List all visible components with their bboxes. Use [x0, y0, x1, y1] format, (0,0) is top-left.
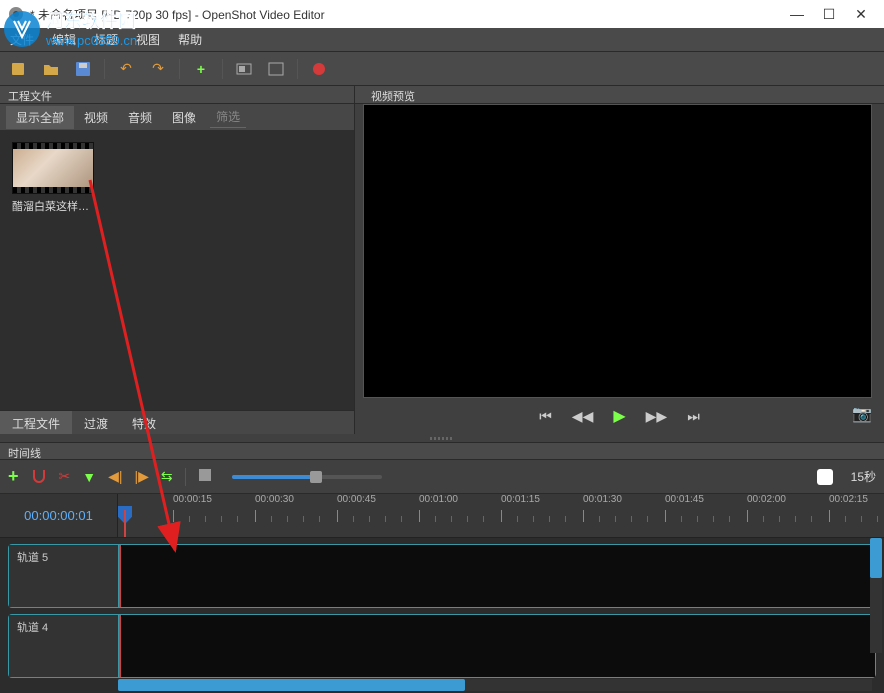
ruler-tick: 00:01:45: [665, 494, 704, 505]
timeline-horizontal-scrollbar[interactable]: [118, 679, 872, 691]
ruler-tick: 00:01:00: [419, 494, 458, 505]
ruler-tick: 00:02:15: [829, 494, 868, 505]
main-toolbar: ↶ ↷ +: [0, 52, 884, 86]
ruler-tick: 00:00:30: [255, 494, 294, 505]
razor-icon[interactable]: ✂: [59, 468, 71, 485]
play-icon[interactable]: ▶: [613, 406, 625, 426]
track-header[interactable]: 轨道 5: [9, 545, 119, 607]
menubar: 文件 编辑 标题 视图 帮助: [0, 28, 884, 52]
timeline-tracks[interactable]: 轨道 5 轨道 4: [0, 538, 884, 693]
media-grid[interactable]: 醋溜白菜这样做...: [0, 130, 354, 410]
current-timecode: 00:00:00:01: [0, 494, 118, 537]
project-files-header: 工程文件: [0, 86, 354, 104]
menu-view[interactable]: 视图: [136, 31, 160, 48]
menu-help[interactable]: 帮助: [178, 31, 202, 48]
filter-audio[interactable]: 音频: [118, 106, 162, 129]
filter-video[interactable]: 视频: [74, 106, 118, 129]
timeline-header: 时间线: [0, 442, 884, 460]
ruler-tick: 00:00:45: [337, 494, 376, 505]
media-item-label: 醋溜白菜这样做...: [12, 198, 94, 214]
menu-file[interactable]: 文件: [10, 31, 34, 48]
undo-icon[interactable]: ↶: [115, 58, 137, 80]
ruler-tick: 00:01:15: [501, 494, 540, 505]
save-project-icon[interactable]: [72, 58, 94, 80]
zoom-slider[interactable]: [232, 475, 382, 479]
menu-title[interactable]: 标题: [94, 31, 118, 48]
window-title: * 未命名项目 [HD 720p 30 fps] - OpenShot Vide…: [30, 6, 790, 23]
tab-effects[interactable]: 特效: [120, 411, 168, 434]
menu-edit[interactable]: 编辑: [52, 31, 76, 48]
close-button[interactable]: ✕: [854, 7, 868, 21]
fullscreen-icon[interactable]: [265, 58, 287, 80]
export-video-icon[interactable]: [308, 58, 330, 80]
fast-forward-icon[interactable]: ▶▶: [646, 408, 668, 425]
app-icon: [8, 6, 24, 22]
project-files-panel: 工程文件 显示全部 视频 音频 图像 筛选 醋溜白菜这样做... 工程文件 过渡…: [0, 86, 355, 434]
playback-controls: ⏮ ◀◀ ▶ ▶▶ ⏭: [355, 398, 884, 434]
video-preview[interactable]: [363, 104, 872, 398]
track-header[interactable]: 轨道 4: [9, 615, 119, 677]
new-project-icon[interactable]: [8, 58, 30, 80]
titlebar: * 未命名项目 [HD 720p 30 fps] - OpenShot Vide…: [0, 0, 884, 28]
timeline-ruler[interactable]: 00:00:00:01 00:00:1500:00:3000:00:4500:0…: [0, 494, 884, 538]
media-item[interactable]: 醋溜白菜这样做...: [12, 142, 94, 214]
playhead[interactable]: [118, 494, 132, 537]
zoom-scale-label: 15秒: [851, 468, 876, 485]
panel-resize-handle[interactable]: [0, 434, 884, 442]
next-marker-icon[interactable]: |▶: [135, 468, 149, 485]
filter-show-all[interactable]: 显示全部: [6, 106, 74, 129]
import-files-icon[interactable]: +: [190, 58, 212, 80]
preview-header: 视频预览: [355, 86, 884, 104]
snapping-icon[interactable]: [31, 467, 47, 486]
ruler-ticks[interactable]: 00:00:15 00:00:30 00:00:45 00:01:00 00:01:15…: [118, 494, 884, 537]
jump-end-icon[interactable]: ⏭: [687, 408, 700, 425]
media-filter-tabs: 显示全部 视频 音频 图像 筛选: [0, 104, 354, 130]
maximize-button[interactable]: ☐: [822, 7, 836, 21]
track-body[interactable]: [119, 545, 875, 607]
center-playhead-icon[interactable]: ⇆: [161, 468, 173, 485]
choose-profile-icon[interactable]: [233, 58, 255, 80]
media-thumbnail[interactable]: [12, 142, 94, 194]
filter-image[interactable]: 图像: [162, 106, 206, 129]
minimize-button[interactable]: —: [790, 7, 804, 21]
add-marker-icon[interactable]: ▼: [82, 469, 96, 485]
track-body[interactable]: [119, 615, 875, 677]
jump-start-icon[interactable]: ⏮: [539, 408, 552, 425]
tab-project-files[interactable]: 工程文件: [0, 411, 72, 434]
rewind-icon[interactable]: ◀◀: [572, 408, 594, 425]
zoom-box-icon[interactable]: [198, 468, 212, 485]
open-project-icon[interactable]: [40, 58, 62, 80]
prev-marker-icon[interactable]: ◀|: [108, 468, 122, 485]
filter-search-input[interactable]: 筛选: [210, 106, 246, 128]
preview-panel: 视频预览 ⏮ ◀◀ ▶ ▶▶ ⏭: [355, 86, 884, 434]
ruler-tick: 00:00:15: [173, 494, 212, 505]
ruler-tick: 00:01:30: [583, 494, 622, 505]
timeline-toolbar: + ✂ ▼ ◀| |▶ ⇆ 15秒: [0, 460, 884, 494]
ruler-tick: 00:02:00: [747, 494, 786, 505]
left-panel-tabs: 工程文件 过渡 特效: [0, 410, 354, 434]
add-track-icon[interactable]: +: [8, 466, 19, 487]
zoom-scale-checkbox[interactable]: [817, 469, 833, 485]
timeline-vertical-scrollbar[interactable]: [870, 538, 882, 653]
redo-icon[interactable]: ↷: [147, 58, 169, 80]
track-row[interactable]: 轨道 4: [8, 614, 876, 678]
snapshot-icon[interactable]: 📷: [852, 404, 872, 424]
tab-transitions[interactable]: 过渡: [72, 411, 120, 434]
track-row[interactable]: 轨道 5: [8, 544, 876, 608]
